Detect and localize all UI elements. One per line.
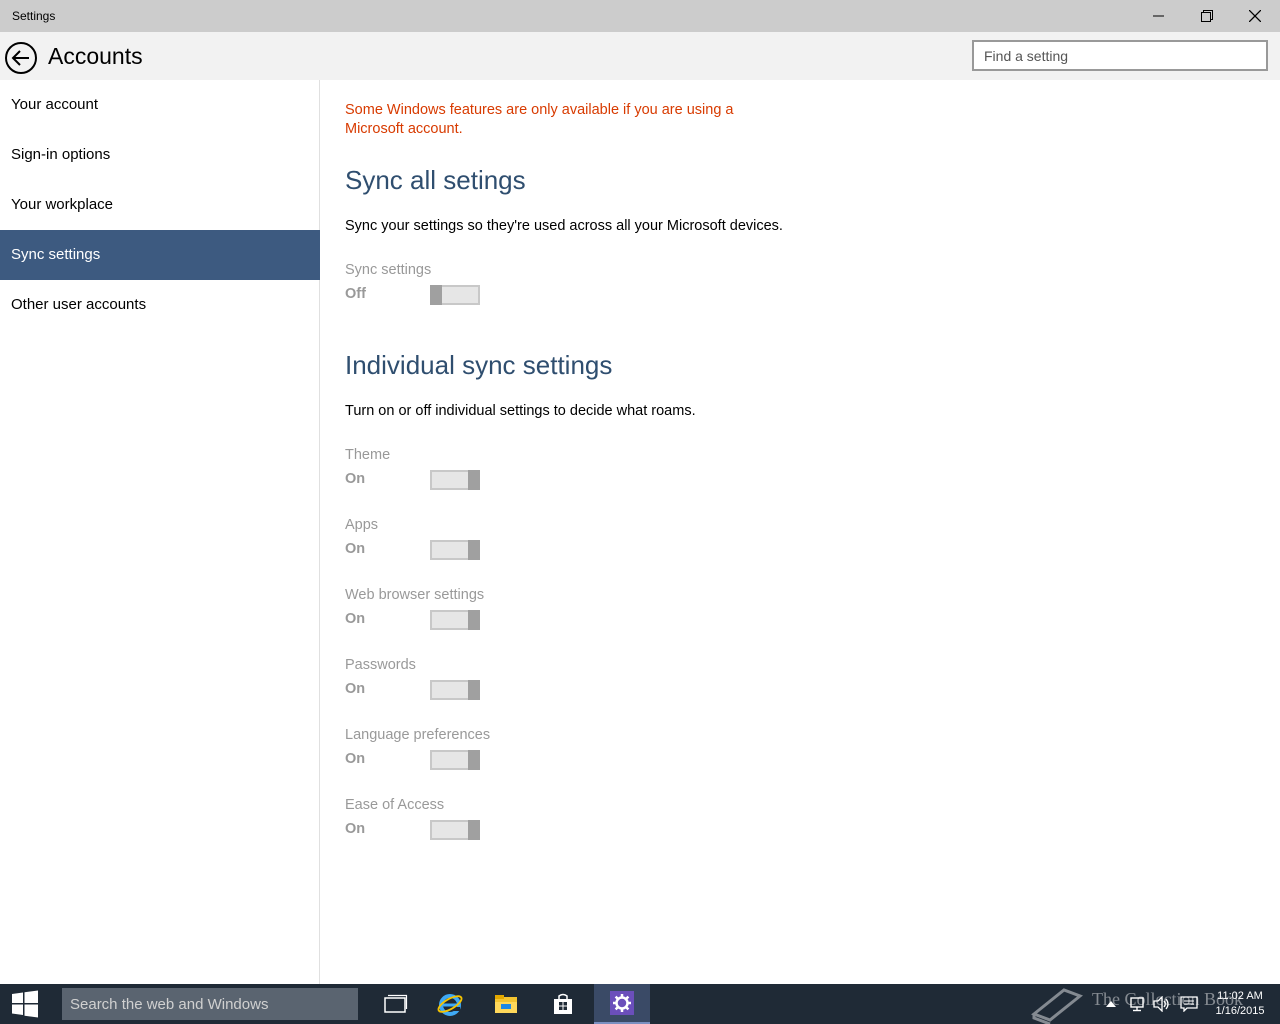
- restore-icon: [1201, 10, 1213, 22]
- start-button[interactable]: [0, 984, 50, 1024]
- setting-state: On: [345, 821, 366, 837]
- volume-button[interactable]: [1151, 984, 1173, 1024]
- setting-label: Theme: [345, 447, 391, 463]
- setting-label: Ease of Access: [345, 797, 445, 813]
- ease-of-access-setting: Ease of Access On: [345, 797, 645, 847]
- sync-all-description: Sync your settings so they're used acros…: [345, 218, 783, 234]
- sidebar-item-other-user-accounts[interactable]: Other user accounts: [0, 280, 320, 330]
- web-browser-setting: Web browser settings On: [345, 587, 645, 637]
- theme-setting: Theme On: [345, 447, 645, 497]
- language-preferences-toggle[interactable]: [430, 750, 480, 770]
- passwords-toggle[interactable]: [430, 680, 480, 700]
- toggle-thumb: [468, 750, 480, 770]
- find-setting-search[interactable]: [972, 40, 1268, 71]
- setting-state: On: [345, 541, 366, 557]
- sync-settings-setting: Sync settings Off: [345, 262, 645, 312]
- apps-toggle[interactable]: [430, 540, 480, 560]
- back-button[interactable]: [4, 41, 38, 75]
- setting-state: Off: [345, 286, 366, 302]
- setting-label: Apps: [345, 517, 379, 533]
- clock-date: 1/16/2015: [1215, 1005, 1265, 1017]
- taskbar-search-input[interactable]: [62, 988, 358, 1020]
- setting-label: Language preferences: [345, 727, 491, 743]
- find-setting-input[interactable]: [974, 42, 1266, 69]
- clock-time: 11:02 AM: [1217, 990, 1263, 1002]
- setting-label: Web browser settings: [345, 587, 485, 603]
- sync-settings-toggle[interactable]: [430, 285, 480, 305]
- taskbar-clock[interactable]: 11:02 AM 1/16/2015: [1205, 989, 1275, 1019]
- minimize-icon: [1153, 15, 1164, 17]
- microsoft-account-warning: Some Windows features are only available…: [345, 102, 734, 137]
- toggle-thumb: [468, 610, 480, 630]
- individual-sync-description: Turn on or off individual settings to de…: [345, 403, 696, 419]
- sidebar: Your account Sign-in options Your workpl…: [0, 80, 320, 984]
- sidebar-item-sign-in-options[interactable]: Sign-in options: [0, 130, 320, 180]
- close-button[interactable]: [1232, 0, 1278, 32]
- apps-setting: Apps On: [345, 517, 645, 567]
- setting-label: Sync settings: [345, 262, 432, 278]
- setting-state: On: [345, 471, 366, 487]
- store-button[interactable]: [535, 984, 591, 1024]
- action-center-button[interactable]: [1178, 984, 1200, 1024]
- windows-logo-icon: [12, 990, 38, 1018]
- sidebar-item-sync-settings[interactable]: Sync settings: [0, 230, 320, 280]
- internet-explorer-icon: [437, 994, 463, 1016]
- minimize-button[interactable]: [1136, 0, 1182, 32]
- task-view-icon: [384, 994, 408, 1013]
- theme-toggle[interactable]: [430, 470, 480, 490]
- page-title: Accounts: [48, 43, 143, 69]
- page-header: Accounts: [0, 32, 1280, 80]
- chevron-up-icon: [1106, 1001, 1116, 1007]
- ease-of-access-toggle[interactable]: [430, 820, 480, 840]
- volume-icon: [1153, 996, 1169, 1012]
- sidebar-item-your-account[interactable]: Your account: [0, 80, 320, 130]
- window-title: Settings: [12, 9, 56, 23]
- file-explorer-icon: [495, 995, 517, 1013]
- file-explorer-button[interactable]: [478, 984, 534, 1024]
- toggle-thumb: [468, 540, 480, 560]
- setting-state: On: [345, 751, 366, 767]
- restore-button[interactable]: [1184, 0, 1230, 32]
- show-hidden-icons-button[interactable]: [1103, 984, 1119, 1024]
- back-arrow-icon: [5, 42, 37, 74]
- setting-state: On: [345, 611, 366, 627]
- taskbar-search[interactable]: [62, 988, 358, 1020]
- action-center-icon: [1180, 996, 1198, 1012]
- toggle-thumb: [430, 285, 442, 305]
- close-icon: [1249, 10, 1261, 22]
- toggle-thumb: [468, 680, 480, 700]
- title-bar: Settings: [0, 0, 1280, 32]
- store-icon: [554, 993, 572, 1014]
- toggle-thumb: [468, 470, 480, 490]
- settings-icon: [610, 991, 634, 1015]
- passwords-setting: Passwords On: [345, 657, 645, 707]
- book-logo-icon: [1031, 988, 1083, 1024]
- internet-explorer-button[interactable]: [422, 984, 478, 1024]
- sidebar-item-your-workplace[interactable]: Your workplace: [0, 180, 320, 230]
- individual-sync-heading: Individual sync settings: [345, 350, 613, 380]
- setting-state: On: [345, 681, 366, 697]
- setting-label: Passwords: [345, 657, 416, 673]
- toggle-thumb: [468, 820, 480, 840]
- sync-all-heading: Sync all setings: [345, 165, 526, 195]
- settings-app-button[interactable]: [594, 984, 650, 1024]
- network-icon: [1130, 997, 1144, 1012]
- web-browser-toggle[interactable]: [430, 610, 480, 630]
- task-view-button[interactable]: [368, 984, 424, 1024]
- taskbar: The Collection Book 11:02 AM 1/16/2015: [0, 984, 1280, 1024]
- language-preferences-setting: Language preferences On: [345, 727, 645, 777]
- network-button[interactable]: [1127, 984, 1149, 1024]
